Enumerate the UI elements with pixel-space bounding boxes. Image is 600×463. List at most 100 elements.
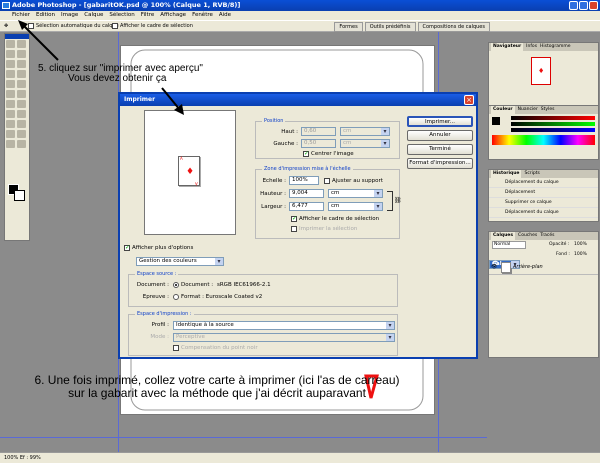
menu-selection[interactable]: Sélection [109, 11, 134, 20]
blend-mode-select[interactable]: Normal [492, 241, 526, 249]
tab-nuancier[interactable]: Nuancier [518, 106, 538, 114]
show-bounds-checkbox[interactable] [291, 215, 297, 223]
history-item[interactable]: Déplacement [489, 188, 598, 198]
fill-value[interactable]: 100% [574, 250, 587, 260]
left-unit-select[interactable]: cm [340, 139, 390, 148]
eyedropper-tool-icon[interactable] [17, 130, 26, 138]
menu-affichage[interactable]: Affichage [160, 11, 186, 20]
cancel-button[interactable]: Annuler [407, 130, 473, 141]
tab-historique[interactable]: Historique [491, 170, 522, 178]
crop-tool-icon[interactable] [6, 60, 15, 68]
shape-tool-icon[interactable] [17, 120, 26, 128]
top-field[interactable]: 0,60 [301, 127, 336, 136]
fit-media-checkbox[interactable] [324, 177, 330, 184]
slice-tool-icon[interactable] [17, 60, 26, 68]
blur-tool-icon[interactable] [6, 100, 15, 108]
more-options-option[interactable]: Afficher plus d'options [124, 244, 193, 252]
blue-slider[interactable] [511, 128, 595, 132]
fit-media-option[interactable]: Ajuster au support [324, 177, 383, 185]
chain-link-icon[interactable]: ⛓ [394, 197, 402, 204]
group-label: Espace source : [135, 271, 179, 278]
width-field[interactable]: 6,477 [289, 202, 324, 211]
pen-tool-icon[interactable] [6, 120, 15, 128]
width-unit-select[interactable]: cm [328, 202, 383, 211]
history-item[interactable]: Déplacement du calque [489, 178, 598, 188]
height-unit-select[interactable]: cm [328, 189, 383, 198]
menu-aide[interactable]: Aide [219, 11, 231, 20]
gradient-tool-icon[interactable] [17, 90, 26, 98]
notes-tool-icon[interactable] [6, 130, 15, 138]
dialog-close-button[interactable]: × [464, 95, 474, 105]
move-tool-icon[interactable] [17, 40, 26, 48]
print-button[interactable]: Imprimer... [407, 116, 473, 127]
menu-calque[interactable]: Calque [84, 11, 103, 20]
menu-fenetre[interactable]: Fenêtre [192, 11, 213, 20]
tab-scripts[interactable]: Scripts [524, 170, 539, 178]
brush-tool-icon[interactable] [17, 70, 26, 78]
eye-icon[interactable]: 👁 [491, 260, 497, 275]
tab-infos[interactable]: Infos [526, 43, 537, 51]
path-select-icon[interactable] [6, 110, 15, 118]
left-label: Gauche : [273, 141, 298, 147]
proof-radio[interactable] [173, 293, 179, 300]
more-options-checkbox[interactable] [124, 244, 130, 252]
lasso-tool-icon[interactable] [6, 50, 15, 58]
opacity-value[interactable]: 100% [574, 240, 587, 250]
center-image-option[interactable]: Centrer l'image [303, 150, 354, 158]
history-brush-icon[interactable] [17, 80, 26, 88]
menu-edition[interactable]: Edition [36, 11, 55, 20]
navigator-thumbnail[interactable]: ♦ [531, 57, 551, 85]
dodge-tool-icon[interactable] [17, 100, 26, 108]
tab-formes[interactable]: Formes [334, 22, 363, 32]
hand-tool-icon[interactable] [6, 140, 15, 148]
background-color-swatch[interactable] [14, 190, 25, 201]
minimize-button[interactable] [569, 1, 578, 10]
scale-field[interactable]: 100% [289, 176, 319, 185]
tab-traces[interactable]: Tracés [540, 232, 554, 240]
red-slider[interactable] [511, 116, 595, 120]
auto-select-option[interactable]: Sélection automatique du calque [28, 21, 119, 32]
top-unit-select[interactable]: cm [340, 127, 390, 136]
center-image-checkbox[interactable] [303, 150, 309, 158]
magic-wand-tool-icon[interactable] [17, 50, 26, 58]
color-ramp[interactable] [492, 135, 595, 145]
move-tool-icon[interactable]: ✥ [4, 21, 8, 32]
tab-styles[interactable]: Styles [541, 106, 555, 114]
tab-histogramme[interactable]: Histogramme [540, 43, 571, 51]
healing-brush-icon[interactable] [6, 70, 15, 78]
page-setup-button[interactable]: Format d'impression... [407, 158, 473, 169]
tab-compositions[interactable]: Compositions de calques [417, 22, 490, 32]
show-bounds-option[interactable]: Afficher le cadre de sélection [112, 21, 193, 32]
marquee-tool-icon[interactable] [6, 40, 15, 48]
tab-couleur[interactable]: Couleur [491, 106, 515, 114]
document-radio[interactable] [173, 281, 179, 288]
document-radio-option[interactable]: Document : [173, 281, 213, 289]
show-bounds-dialog-option[interactable]: Afficher le cadre de sélection [291, 215, 379, 223]
profile-select[interactable]: Identique à la source [173, 321, 395, 330]
left-field[interactable]: 0,50 [301, 139, 336, 148]
text-tool-icon[interactable] [17, 110, 26, 118]
menu-fichier[interactable]: Fichier [12, 11, 30, 20]
height-field[interactable]: 9,004 [289, 189, 324, 198]
maximize-button[interactable] [579, 1, 588, 10]
layer-row-arriere-plan[interactable]: 👁 Arrière-plan [489, 260, 598, 275]
close-window-button[interactable] [589, 1, 598, 10]
eraser-tool-icon[interactable] [6, 90, 15, 98]
ace-of-diamonds-card[interactable]: A ♦ A [178, 156, 200, 186]
tab-navigateur[interactable]: Navigateur [491, 43, 524, 51]
menu-image[interactable]: Image [61, 11, 78, 20]
history-item[interactable]: Déplacement du calque [489, 208, 598, 218]
proof-radio-option[interactable]: Format : Euroscale Coated v2 [173, 293, 262, 301]
menu-filtre[interactable]: Filtre [141, 11, 155, 20]
zoom-tool-icon[interactable] [17, 140, 26, 148]
done-button[interactable]: Terminé [407, 144, 473, 155]
green-slider[interactable] [511, 122, 595, 126]
tab-outils-predefinis[interactable]: Outils prédéfinis [364, 22, 416, 32]
menu-bar: Fichier Edition Image Calque Sélection F… [0, 11, 600, 20]
stamp-tool-icon[interactable] [6, 80, 15, 88]
output-type-select[interactable]: Gestion des couleurs [136, 257, 224, 266]
tab-calques[interactable]: Calques [491, 232, 516, 240]
foreground-color-swatch[interactable] [492, 117, 500, 125]
history-item[interactable]: Supprimer ce calque [489, 198, 598, 208]
tab-couches[interactable]: Couches [518, 232, 537, 240]
